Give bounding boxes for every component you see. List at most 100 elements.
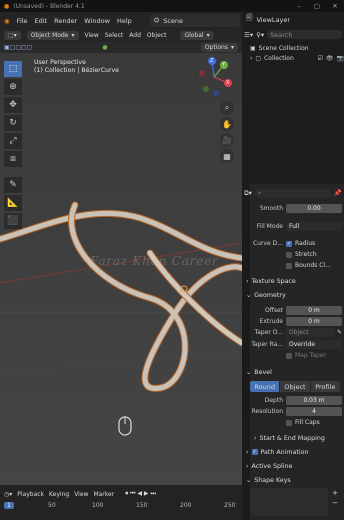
- menu-timeline-view[interactable]: View: [74, 491, 88, 498]
- timeline-ruler[interactable]: 1 50 100 150 200 250: [0, 502, 242, 512]
- overlay-sphere-icon[interactable]: ●: [102, 44, 107, 51]
- taper-object-field[interactable]: Object: [286, 328, 335, 337]
- menu-keying[interactable]: Keying: [49, 491, 69, 498]
- current-frame-indicator[interactable]: 1: [4, 502, 14, 509]
- menu-edit[interactable]: Edit: [35, 17, 48, 25]
- outliner-search-placeholder: Search: [270, 30, 293, 39]
- menu-file[interactable]: File: [17, 17, 28, 25]
- path-animation-panel[interactable]: › ✓ Path Animation: [246, 446, 342, 458]
- scene-selector[interactable]: ⛭ Scene: [150, 14, 240, 27]
- menu-marker[interactable]: Marker: [93, 491, 114, 498]
- eye-icon[interactable]: 👁: [326, 55, 334, 62]
- pin-icon[interactable]: 📌: [334, 189, 342, 197]
- menu-help[interactable]: Help: [117, 17, 132, 25]
- properties-editor-icon[interactable]: ⧉▾: [244, 189, 252, 198]
- annotate-tool-icon[interactable]: ✎: [4, 177, 22, 193]
- smooth-field[interactable]: 0.00: [286, 204, 342, 213]
- mode-dropdown[interactable]: Object Mode ▾: [26, 31, 79, 40]
- fill-mode-dropdown[interactable]: Full: [286, 222, 342, 231]
- mode-label: Object Mode: [30, 32, 69, 39]
- timeline-editor-icon[interactable]: ◷▾: [4, 491, 12, 498]
- menu-window[interactable]: Window: [84, 17, 110, 25]
- menu-add[interactable]: Add: [129, 32, 141, 39]
- shape-keys-list[interactable]: [250, 488, 328, 516]
- pan-hand-icon[interactable]: ✋: [220, 117, 234, 131]
- outliner-search-input[interactable]: Search: [267, 30, 342, 39]
- menu-render[interactable]: Render: [54, 17, 77, 25]
- radius-checkbox[interactable]: ✓: [286, 240, 292, 247]
- path-animation-checkbox[interactable]: ✓: [251, 449, 258, 455]
- extrude-field[interactable]: 0 m: [286, 317, 342, 326]
- expand-arrow-icon: ⌄: [246, 368, 252, 376]
- map-taper-checkbox[interactable]: [286, 352, 292, 359]
- options-dropdown[interactable]: Options ▾: [200, 43, 238, 52]
- select-box-tool-icon[interactable]: ⬚: [4, 61, 22, 77]
- bevel-object-tab[interactable]: Object: [280, 381, 310, 392]
- mouse-icon: [118, 416, 132, 436]
- menu-view[interactable]: View: [85, 32, 99, 39]
- outliner-row-collection[interactable]: › ▢ Collection ☑ 👁 📷: [250, 53, 344, 63]
- outliner-header: ☰▾ ⚲▾ Search: [244, 29, 342, 40]
- shape-keys-side-buttons: + −: [330, 489, 340, 515]
- fill-mode-value: Full: [289, 223, 300, 230]
- maximize-icon[interactable]: ▢: [308, 0, 326, 12]
- fill-caps-label: Fill Caps: [295, 419, 320, 426]
- camera-render-icon[interactable]: 📷: [337, 55, 344, 62]
- add-cube-tool-icon[interactable]: ⬛: [4, 213, 22, 229]
- blender-menu-icon[interactable]: ◉: [4, 17, 10, 25]
- depth-field[interactable]: 0.03 m: [286, 396, 342, 405]
- menu-playback[interactable]: Playback: [17, 491, 44, 498]
- bevel-panel[interactable]: ⌄ Bevel: [246, 366, 342, 378]
- minimize-icon[interactable]: –: [290, 0, 308, 12]
- scale-tool-icon[interactable]: ⤢: [4, 133, 22, 149]
- offset-field[interactable]: 0 m: [286, 306, 342, 315]
- select-mode-icons[interactable]: ▣▢▢▢▢: [4, 44, 32, 51]
- geometry-panel[interactable]: ⌄ Geometry: [246, 289, 342, 301]
- checkbox-icon[interactable]: ☑: [318, 55, 323, 62]
- bounds-clamp-checkbox[interactable]: [286, 262, 292, 269]
- expand-arrow-icon[interactable]: ›: [250, 55, 252, 62]
- outliner-row-scene-collection[interactable]: ▣ Scene Collection: [250, 43, 344, 53]
- playback-controls-icon[interactable]: ⏺ ⏮ ◀ ▶ ⏭: [125, 490, 156, 498]
- close-icon[interactable]: ✕: [326, 0, 344, 12]
- start-end-mapping-panel[interactable]: › Start & End Mapping: [254, 432, 344, 444]
- menu-select[interactable]: Select: [105, 32, 124, 39]
- resolution-label: Resolution: [251, 408, 283, 415]
- taper-radius-label: Taper Ra...: [251, 341, 283, 348]
- resolution-field[interactable]: 4: [286, 407, 342, 416]
- scene-collection-label: Scene Collection: [258, 44, 309, 52]
- stretch-checkbox[interactable]: [286, 251, 292, 258]
- texture-space-panel[interactable]: › Texture Space: [246, 275, 342, 287]
- editor-type-dropdown[interactable]: ⬚▾: [4, 31, 21, 40]
- shape-keys-panel[interactable]: ⌄ Shape Keys: [246, 474, 342, 486]
- bevel-profile-tab[interactable]: Profile: [310, 381, 340, 392]
- zoom-icon[interactable]: ⌕: [220, 101, 234, 115]
- taper-radius-dropdown[interactable]: Override: [286, 340, 342, 349]
- 3d-viewport[interactable]: ⬚ ⊕ ✥ ↻ ⤢ ⧈ ✎ 📐 ⬛ User Perspective (1) C…: [0, 53, 242, 485]
- expand-arrow-icon: ⌄: [246, 291, 252, 299]
- taper-object-placeholder: Object: [289, 329, 309, 336]
- move-tool-icon[interactable]: ✥: [4, 97, 22, 113]
- eyedropper-icon[interactable]: ✎: [337, 329, 342, 336]
- fill-caps-checkbox[interactable]: [286, 419, 292, 426]
- viewlayer-name[interactable]: ViewLayer: [257, 16, 291, 24]
- cursor-tool-icon[interactable]: ⊕: [4, 79, 22, 95]
- bevel-round-tab[interactable]: Round: [250, 381, 280, 392]
- gizmo-y-label: Y: [222, 62, 226, 68]
- properties-search-input[interactable]: ⌕: [254, 188, 331, 198]
- orientation-dropdown[interactable]: Global ▾: [180, 31, 214, 40]
- measure-tool-icon[interactable]: 📐: [4, 195, 22, 211]
- navigation-gizmo[interactable]: [194, 57, 234, 97]
- outliner-editor-icon[interactable]: ☰▾: [244, 31, 253, 39]
- filter-icon[interactable]: ⚲▾: [256, 31, 264, 39]
- remove-icon[interactable]: −: [332, 499, 338, 507]
- menu-object[interactable]: Object: [147, 32, 167, 39]
- transform-tool-icon[interactable]: ⧈: [4, 151, 22, 167]
- texture-space-label: Texture Space: [251, 277, 296, 285]
- add-icon[interactable]: +: [332, 489, 338, 497]
- viewlayer-icon: 🗐: [246, 14, 253, 22]
- grid-icon[interactable]: ▦: [220, 149, 234, 163]
- active-spline-panel[interactable]: › Active Spline: [246, 460, 342, 472]
- rotate-tool-icon[interactable]: ↻: [4, 115, 22, 131]
- camera-icon[interactable]: 🎥: [220, 133, 234, 147]
